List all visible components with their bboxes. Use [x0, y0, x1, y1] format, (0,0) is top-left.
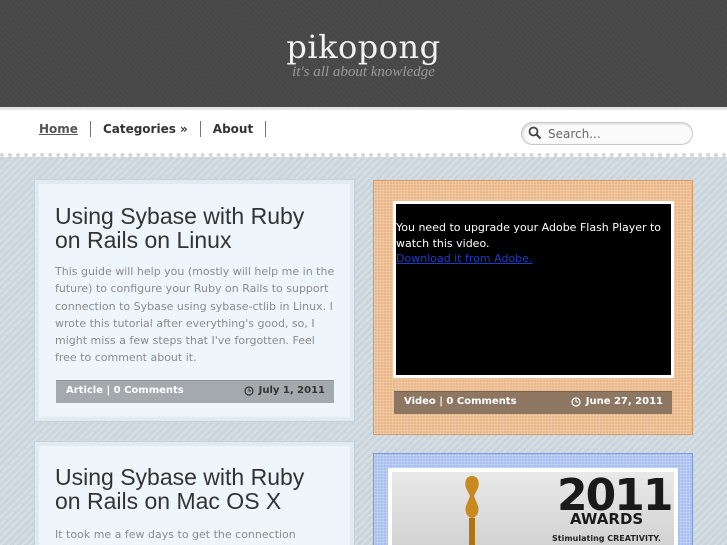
awards-tag: Stimulating CREATIVITY.	[552, 534, 661, 543]
awards-image[interactable]: 2011 AWARDS Stimulating CREATIVITY.	[392, 472, 674, 545]
clock-icon	[571, 396, 581, 407]
video-date: June 27, 2011	[571, 396, 663, 407]
nav-item-about[interactable]: About	[201, 121, 267, 137]
flash-download-link[interactable]: Download it from Adobe.	[396, 251, 672, 267]
site-tagline: it's all about knowledge	[292, 64, 435, 80]
awards-card: 2011 AWARDS Stimulating CREATIVITY.	[373, 453, 693, 545]
nav-item-categories[interactable]: Categories »	[91, 121, 201, 137]
nav-item-home[interactable]: Home	[30, 121, 91, 137]
search-input[interactable]	[548, 126, 688, 142]
search-box	[521, 122, 693, 145]
video-date-text: June 27, 2011	[585, 396, 663, 407]
post-excerpt: This guide will help you (mostly will he…	[55, 265, 335, 365]
flash-message-text: You need to upgrade your Adobe Flash Pla…	[396, 221, 662, 250]
video-frame: You need to upgrade your Adobe Flash Pla…	[393, 201, 674, 378]
awards-word: AWARDS	[570, 510, 644, 528]
post-meta: Article | 0 Comments July 1, 2011	[56, 380, 334, 403]
video-meta-info[interactable]: Video | 0 Comments	[404, 396, 517, 407]
post-card: Using Sybase with Ruby on Rails on Linux…	[34, 179, 355, 422]
navbar: Home Categories » About	[0, 107, 727, 157]
site-title[interactable]: pikopong	[0, 28, 727, 66]
post-title[interactable]: Using Sybase with Ruby on Rails on Linux	[55, 204, 325, 252]
post-card: Using Sybase with Ruby on Rails on Mac O…	[34, 441, 355, 545]
flash-message: You need to upgrade your Adobe Flash Pla…	[396, 220, 672, 267]
site-header: pikopong it's all about knowledge	[0, 0, 727, 107]
post-meta-info[interactable]: Article | 0 Comments	[66, 385, 184, 396]
awards-frame: 2011 AWARDS Stimulating CREATIVITY.	[388, 468, 678, 545]
video-meta: Video | 0 Comments June 27, 2011	[394, 391, 672, 414]
post-date-text: July 1, 2011	[258, 385, 325, 396]
clock-icon	[244, 385, 254, 396]
search-icon[interactable]	[528, 126, 542, 140]
trophy-icon	[465, 476, 479, 545]
nav-menu: Home Categories » About	[30, 121, 267, 137]
video-player[interactable]: You need to upgrade your Adobe Flash Pla…	[396, 204, 671, 375]
post-title[interactable]: Using Sybase with Ruby on Rails on Mac O…	[55, 465, 325, 513]
post-date: July 1, 2011	[244, 385, 325, 396]
post-excerpt: It took me a few days to get the connect…	[55, 528, 296, 541]
video-card: You need to upgrade your Adobe Flash Pla…	[373, 180, 693, 435]
